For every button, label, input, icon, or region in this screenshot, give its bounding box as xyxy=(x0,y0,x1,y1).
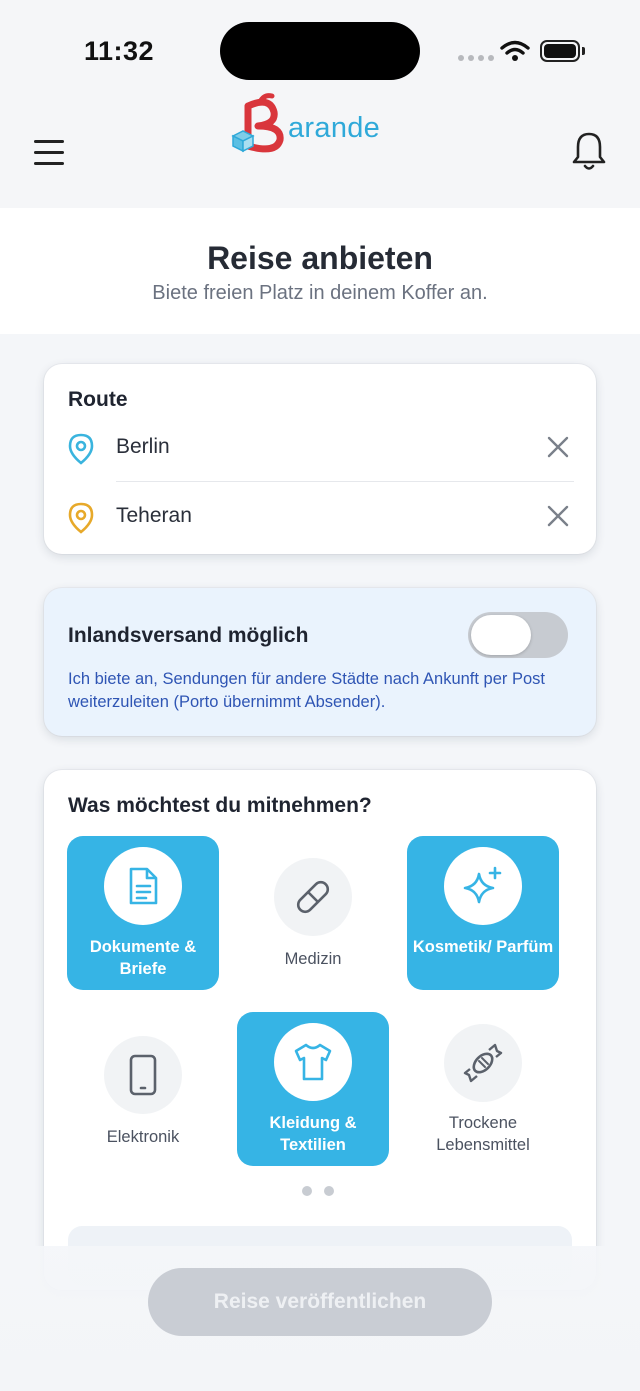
category-label: Elektronik xyxy=(106,1128,180,1146)
status-bar: 11:32 xyxy=(0,0,640,100)
category-label: Trockene Lebensmittel xyxy=(436,1114,530,1154)
publish-trip-button[interactable]: Reise veröffentlichen xyxy=(148,1268,492,1336)
route-divider xyxy=(116,481,574,482)
notifications-bell-icon[interactable] xyxy=(570,130,608,174)
page-subtitle: Biete freien Platz in deinem Koffer an. xyxy=(152,282,488,304)
category-label: Kosmetik/ Parfüm xyxy=(412,938,554,956)
battery-icon xyxy=(540,40,580,62)
title-section: Reise anbieten Biete freien Platz in dei… xyxy=(0,208,640,334)
item-categories-heading: Was möchtest du mitnehmen? xyxy=(68,794,372,817)
app-header: arande xyxy=(0,93,640,208)
menu-button[interactable] xyxy=(34,136,68,166)
brand-logo: arande xyxy=(230,92,400,162)
dynamic-island xyxy=(220,22,420,80)
phone-icon xyxy=(129,1054,157,1096)
category-documents[interactable]: Dokumente & Briefe xyxy=(67,836,219,990)
domestic-shipping-title: Inlandsversand möglich xyxy=(68,624,309,647)
category-label: Kleidung & Textilien xyxy=(269,1114,357,1154)
cellular-signal-icon xyxy=(458,55,494,61)
pill-icon xyxy=(296,880,330,914)
wifi-icon xyxy=(500,40,530,61)
item-categories-card: Was möchtest du mitnehmen? Dokumente & B… xyxy=(44,770,596,1290)
category-cosmetics[interactable]: Kosmetik/ Parfüm xyxy=(407,836,559,990)
category-medicine[interactable]: Medizin xyxy=(237,836,389,990)
category-dry-food[interactable]: Trockene Lebensmittel xyxy=(407,1002,559,1156)
clear-to-icon[interactable] xyxy=(546,504,570,528)
route-heading: Route xyxy=(68,388,128,411)
category-label: Medizin xyxy=(284,950,342,968)
domestic-shipping-card: Inlandsversand möglich Ich biete an, Sen… xyxy=(44,588,596,736)
category-electronics[interactable]: Elektronik xyxy=(67,1014,219,1168)
battery-tip xyxy=(582,47,585,55)
pagination-dots[interactable] xyxy=(302,1186,334,1196)
domestic-shipping-toggle[interactable] xyxy=(468,612,568,658)
domestic-shipping-description: Ich biete an, Sendungen für andere Städt… xyxy=(68,670,546,711)
location-pin-icon xyxy=(68,433,94,465)
status-time: 11:32 xyxy=(84,36,155,66)
route-from-field[interactable]: Berlin xyxy=(68,419,574,475)
location-pin-icon xyxy=(68,502,94,534)
route-to-value: Teheran xyxy=(116,504,192,527)
logo-text: arande xyxy=(288,112,381,144)
document-icon xyxy=(129,867,158,905)
category-clothing[interactable]: Kleidung & Textilien xyxy=(237,1012,389,1166)
route-to-field[interactable]: Teheran xyxy=(68,488,574,544)
clear-from-icon[interactable] xyxy=(546,435,570,459)
bottom-action-bar: Reise veröffentlichen xyxy=(0,1246,640,1391)
sparkle-icon xyxy=(463,866,502,904)
page-title: Reise anbieten xyxy=(207,240,433,276)
route-from-value: Berlin xyxy=(116,435,170,458)
candy-icon xyxy=(463,1043,503,1083)
category-label: Dokumente & Briefe xyxy=(89,938,197,978)
toggle-knob xyxy=(471,615,531,655)
shirt-icon xyxy=(294,1043,332,1081)
route-card: Route Berlin Teheran xyxy=(44,364,596,554)
